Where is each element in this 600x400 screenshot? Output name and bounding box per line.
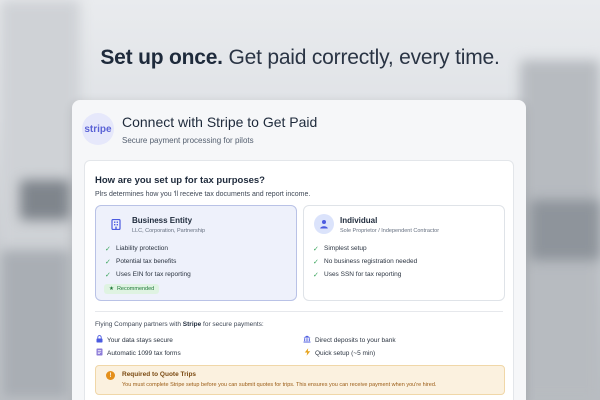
feature-direct-deposit: Direct deposits to your bank (303, 335, 396, 345)
headline-rest: Get paid correctly, every time. (228, 46, 500, 69)
stripe-logo: stripe (82, 113, 114, 145)
tax-description: Plrs determines how you 'll receive tax … (95, 191, 311, 198)
notice-text: You must complete Stripe setup before yo… (122, 382, 437, 388)
check-icon: ✓ (313, 245, 319, 253)
list-item: ✓ Potential tax benefits (105, 258, 177, 266)
option-description: Sole Proprietor / Independent Contractor (340, 228, 440, 234)
tax-question: How are you set up for tax purposes? (95, 175, 265, 186)
required-notice: ! Required to Quote Trips You must compl… (95, 365, 505, 395)
list-item: ✓ Simplest setup (313, 245, 367, 253)
card-subtitle: Secure payment processing for pilots (122, 136, 254, 145)
feature-quick-setup: Quick setup (~5 min) (303, 348, 375, 358)
star-icon: ★ (109, 286, 114, 292)
headline-bold: Set up once. (100, 46, 223, 69)
person-icon (314, 214, 334, 234)
list-item: ✓ No business registration needed (313, 258, 418, 266)
building-icon (106, 214, 126, 234)
feature-secure-data: Your data stays secure (95, 335, 173, 345)
bank-icon (303, 335, 311, 345)
card-title: Connect with Stripe to Get Paid (122, 114, 318, 130)
tax-setup-panel: How are you set up for tax purposes? Plr… (84, 160, 514, 400)
list-item: ✓ Uses SSN for tax reporting (313, 271, 402, 279)
page-headline: Set up once. Get paid correctly, every t… (0, 46, 600, 70)
check-icon: ✓ (105, 258, 111, 266)
list-item: ✓ Uses EIN for tax reporting (105, 271, 191, 279)
partner-statement: Flying Company partners with Stripe for … (95, 321, 264, 328)
list-item: ✓ Liability protection (105, 245, 169, 253)
check-icon: ✓ (105, 271, 111, 279)
connect-stripe-card: stripe Connect with Stripe to Get Paid S… (72, 100, 526, 400)
document-icon (95, 348, 103, 358)
option-description: LLC, Corporation, Partnership (132, 228, 206, 234)
bolt-icon (303, 348, 311, 358)
warning-icon: ! (106, 371, 115, 380)
recommended-badge: ★ Recommended (104, 284, 160, 294)
option-business-entity[interactable]: Business Entity LLC, Corporation, Partne… (95, 205, 297, 301)
check-icon: ✓ (105, 245, 111, 253)
lock-icon (95, 335, 103, 345)
check-icon: ✓ (313, 271, 319, 279)
feature-tax-forms: Automatic 1099 tax forms (95, 348, 181, 358)
divider (95, 311, 503, 312)
check-icon: ✓ (313, 258, 319, 266)
stripe-brand: Stripe (182, 321, 202, 328)
option-benefits-list: ✓ Simplest setup ✓ No business registratio… (313, 242, 417, 281)
option-individual[interactable]: Individual Sole Proprietor / Independent… (303, 205, 505, 301)
option-title: Business Entity (132, 216, 193, 225)
option-title: Individual (340, 216, 378, 225)
option-benefits-list: ✓ Liability protection ✓ Potential tax ben… (105, 242, 191, 281)
notice-title: Required to Quote Trips (122, 371, 197, 378)
